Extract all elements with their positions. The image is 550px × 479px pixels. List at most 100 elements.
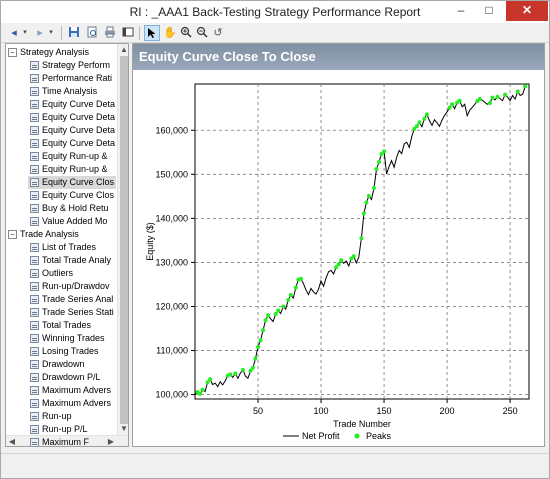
peak-point [447, 105, 452, 110]
tree-item[interactable]: Run-up [28, 410, 116, 423]
scroll-thumb[interactable] [120, 56, 128, 424]
peak-point [253, 356, 258, 361]
save-icon[interactable] [67, 26, 81, 40]
report-page-icon [30, 360, 39, 369]
tree-item[interactable]: Total Trade Analy [28, 254, 116, 267]
tree-item[interactable]: List of Trades [28, 241, 116, 254]
tree-item[interactable]: Losing Trades [28, 345, 116, 358]
tree-item-label: Equity Curve Clos [42, 190, 115, 200]
tree-item[interactable]: Maximum Advers [28, 384, 116, 397]
tree-item[interactable]: Equity Curve Clos [28, 189, 116, 202]
scroll-up-icon[interactable]: ▲ [118, 44, 128, 56]
tree-item-label: List of Trades [42, 242, 97, 252]
report-tree[interactable]: ▲ ▼ ◀ ▶ − Strategy Analysis Strategy Perfo… [5, 43, 129, 447]
y-tick-label: 140,000 [155, 213, 188, 223]
tree-item-label: Winning Trades [42, 333, 105, 343]
report-page-icon [30, 334, 39, 343]
report-page-icon [30, 386, 39, 395]
tree-group-0[interactable]: − Strategy Analysis [6, 46, 116, 59]
tree-item[interactable]: Trade Series Anal [28, 293, 116, 306]
tree-item[interactable]: Drawdown [28, 358, 116, 371]
print-icon[interactable] [103, 26, 117, 40]
toolbar: ◂ ▾ ▸ ▾ ✋ ↺ [1, 23, 549, 43]
report-page-icon [30, 269, 39, 278]
tree-item[interactable]: Equity Curve Deta [28, 111, 116, 124]
tree-item[interactable]: Maximum F [28, 436, 116, 447]
dropdown-icon[interactable]: ▾ [21, 26, 29, 40]
tree-item-label: Strategy Perform [42, 60, 111, 70]
zoom-reset-icon[interactable]: ↺ [211, 26, 225, 40]
report-page-icon [30, 243, 39, 252]
hand-pan-icon[interactable]: ✋ [163, 26, 177, 40]
zoom-out-icon[interactable] [195, 26, 209, 40]
minimize-button[interactable]: – [447, 1, 475, 21]
peak-point [205, 380, 210, 385]
peak-point [208, 377, 213, 382]
print-preview-icon[interactable] [85, 26, 99, 40]
tree-item-label: Value Added Mo [42, 216, 108, 226]
report-page-icon [30, 74, 39, 83]
peak-point [248, 368, 253, 373]
tree-item-label: Time Analysis [42, 86, 98, 96]
dropdown-icon[interactable]: ▾ [47, 26, 55, 40]
tree-item[interactable]: Equity Run-up & [28, 163, 116, 176]
panel-header: Equity Curve Close To Close [133, 44, 544, 70]
tree-item[interactable]: Equity Curve Clos [28, 176, 116, 189]
collapse-icon[interactable]: − [8, 48, 17, 57]
peak-point [424, 112, 429, 117]
tree-vertical-scrollbar[interactable]: ▲ ▼ [117, 44, 128, 435]
tree-item[interactable]: Maximum Advers [28, 397, 116, 410]
tree-item[interactable]: Trade Series Stati [28, 306, 116, 319]
layout-icon[interactable] [121, 26, 135, 40]
x-tick-label: 50 [253, 406, 263, 416]
tree-item[interactable]: Equity Curve Deta [28, 124, 116, 137]
peak-point [228, 372, 233, 377]
tree-item-label: Maximum Advers [42, 398, 112, 408]
peak-point [377, 159, 382, 164]
tree-item[interactable]: Winning Trades [28, 332, 116, 345]
equity-curve-chart[interactable]: 50 100 150 200 250 100,000 110,000 120,000 130,0… [133, 70, 544, 446]
tree-item[interactable]: Drawdown P/L [28, 371, 116, 384]
tree-item-label: Run-up/Drawdov [42, 281, 110, 291]
scroll-down-icon[interactable]: ▼ [118, 423, 128, 435]
tree-item[interactable]: Equity Run-up & [28, 150, 116, 163]
zoom-in-icon[interactable] [179, 26, 193, 40]
back-arrow-icon[interactable]: ◂ [7, 26, 21, 40]
tree-item-label: Maximum F [42, 437, 89, 447]
y-axis-label: Equity ($) [145, 222, 155, 261]
peak-point [364, 200, 369, 205]
close-button[interactable]: ✕ [506, 1, 548, 21]
tree-group-1[interactable]: − Trade Analysis [6, 228, 116, 241]
peak-point [261, 328, 266, 333]
tree-item[interactable]: Value Added Mo [28, 215, 116, 228]
scroll-left-icon[interactable]: ◀ [6, 436, 18, 446]
collapse-icon[interactable]: − [8, 230, 17, 239]
pointer-icon[interactable] [144, 25, 160, 41]
y-tick-label: 110,000 [156, 346, 188, 356]
tree-item[interactable]: Total Trades [28, 319, 116, 332]
tree-item[interactable]: Buy & Hold Retu [28, 202, 116, 215]
peak-point [417, 120, 422, 125]
tree-item[interactable]: Strategy Perform [28, 59, 116, 72]
tree-item[interactable]: Run-up/Drawdov [28, 280, 116, 293]
report-page-icon [30, 425, 39, 434]
peak-point [276, 308, 281, 313]
forward-arrow-icon[interactable]: ▸ [33, 26, 47, 40]
tree-item[interactable]: Performance Rati [28, 72, 116, 85]
peak-point [361, 211, 366, 216]
tree-item-label: Total Trades [42, 320, 92, 330]
tree-item[interactable]: Equity Curve Deta [28, 137, 116, 150]
report-page-icon [30, 256, 39, 265]
tree-item-label: Equity Curve Deta [42, 138, 116, 148]
report-page-icon [30, 113, 39, 122]
tree-item[interactable]: Outliers [28, 267, 116, 280]
tree-item[interactable]: Equity Curve Deta [28, 98, 116, 111]
tree-item[interactable]: Time Analysis [28, 85, 116, 98]
tree-item[interactable]: Run-up P/L [28, 423, 116, 436]
tree-item-label: Total Trade Analy [42, 255, 112, 265]
tree-item-label: Equity Curve Clos [42, 177, 115, 187]
report-page-icon [30, 373, 39, 382]
peak-point [240, 367, 245, 372]
title-bar[interactable]: RI : _AAA1 Back-Testing Strategy Perform… [1, 1, 549, 23]
maximize-button[interactable]: □ [475, 1, 503, 21]
